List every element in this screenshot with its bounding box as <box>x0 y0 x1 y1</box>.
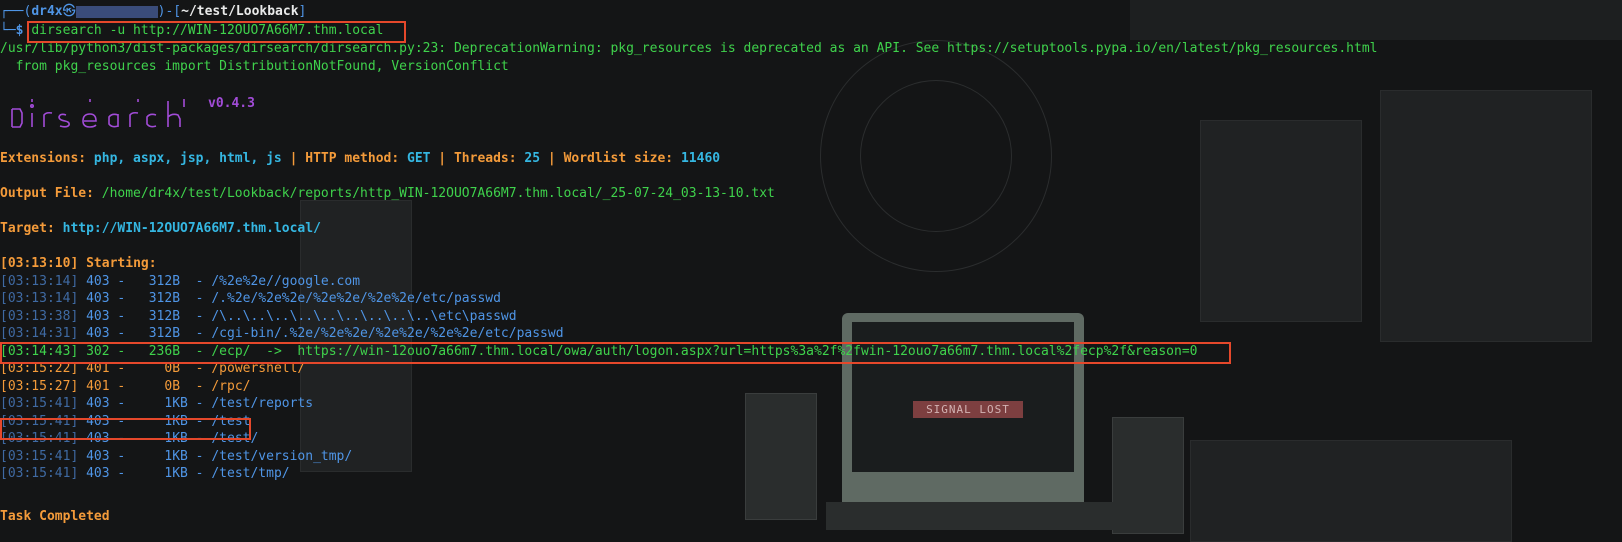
output-file-line: Output File: /home/dr4x/test/Lookback/re… <box>0 185 775 203</box>
result-row: [03:15:27] 401 - 0B - /rpc/ <box>0 378 250 396</box>
http-method-label: HTTP method: <box>305 151 407 166</box>
threads-value: 25 <box>524 151 541 166</box>
result-entry: 403 - 1KB - /test/reports <box>78 396 314 411</box>
test-result-highlight-box <box>0 418 251 440</box>
starting-line: [03:13:10] Starting: <box>0 255 157 273</box>
dirsearch-logo <box>11 99 185 128</box>
prompt-header: ┌──(dr4x㉿ )-[~/test/Lookback] <box>0 3 306 21</box>
separator: | <box>281 151 306 166</box>
extensions-value: php, aspx, jsp, html, js <box>93 151 282 166</box>
deprecation-import-line: from pkg_resources import DistributionNo… <box>0 59 509 74</box>
prompt-user: dr4x <box>31 4 63 19</box>
result-timestamp: [03:13:14] <box>0 274 79 289</box>
result-entry: 401 - 0B - /rpc/ <box>78 379 251 394</box>
prompt-corner-bottom: └─ <box>0 23 16 38</box>
result-entry: 403 - 312B - /\..\..\..\..\..\..\..\..\.… <box>78 309 517 324</box>
result-row: [03:15:41] 403 - 1KB - /test/tmp/ <box>0 465 290 483</box>
result-row: [03:15:41] 403 - 1KB - /test/version_tmp… <box>0 448 352 466</box>
ecp-redirect-highlight-box <box>0 342 1231 364</box>
result-timestamp: [03:15:27] <box>0 379 79 394</box>
result-entry: 403 - 1KB - /test/version_tmp/ <box>78 449 353 464</box>
result-timestamp: [03:15:41] <box>0 449 79 464</box>
wordlist-size-label: Wordlist size: <box>563 151 681 166</box>
result-timestamp: [03:14:31] <box>0 326 79 341</box>
starting-label: Starting: <box>78 256 157 271</box>
target-url: http://WIN-12OUO7A66M7.thm.local/ <box>62 221 321 236</box>
prompt-corner-top: ┌──( <box>0 4 32 19</box>
result-row: [03:13:14] 403 - 312B - /.%2e/%2e%2e/%2e… <box>0 290 501 308</box>
result-entry: 403 - 312B - /.%2e/%2e%2e/%2e%2e/%2e%2e/… <box>78 291 501 306</box>
result-timestamp: [03:15:41] <box>0 466 79 481</box>
terminal-window[interactable]: ┌──(dr4x㉿)-[~/test/Lookback] └─$ dirsear… <box>0 0 1622 542</box>
separator: | <box>540 151 564 166</box>
result-timestamp: [03:13:38] <box>0 309 79 324</box>
http-method-value: GET <box>407 151 431 166</box>
result-row: [03:13:38] 403 - 312B - /\..\..\..\..\..… <box>0 308 517 326</box>
start-timestamp: [03:13:10] <box>0 256 79 271</box>
task-completed-line: Task Completed <box>0 509 110 524</box>
target-line: Target: http://WIN-12OUO7A66M7.thm.local… <box>0 220 321 238</box>
extensions-label: Extensions: <box>0 151 94 166</box>
prompt-bracket-end: ] <box>298 4 307 19</box>
config-line: Extensions: php, aspx, jsp, html, js | H… <box>0 150 720 168</box>
target-label: Target: <box>0 221 63 236</box>
result-row: [03:15:41] 403 - 1KB - /test/reports <box>0 395 313 413</box>
output-file-path: /home/dr4x/test/Lookback/reports/http_WI… <box>101 186 775 201</box>
wordlist-size-value: 11460 <box>680 151 721 166</box>
result-row: [03:13:14] 403 - 312B - /%2e%2e//google.… <box>0 273 360 291</box>
prompt-at-symbol: ㉿ <box>62 4 76 19</box>
result-entry: 403 - 1KB - /test/tmp/ <box>78 466 290 481</box>
output-file-label: Output File: <box>0 186 102 201</box>
prompt-separator: )-[ <box>157 4 182 19</box>
dirsearch-version: v0.4.3 <box>208 96 255 111</box>
result-entry: 403 - 312B - /%2e%2e//google.com <box>78 274 361 289</box>
prompt-path: ~/test/Lookback <box>181 4 299 19</box>
threads-label: Threads: <box>453 151 525 166</box>
separator: | <box>430 151 454 166</box>
result-timestamp: [03:15:41] <box>0 396 79 411</box>
result-row: [03:14:31] 403 - 312B - /cgi-bin/.%2e/%2… <box>0 325 564 343</box>
result-timestamp: [03:13:14] <box>0 291 79 306</box>
result-entry: 403 - 312B - /cgi-bin/.%2e/%2e%2e/%2e%2e… <box>78 326 564 341</box>
redacted-hostname <box>75 5 158 18</box>
command-highlight-box <box>27 21 406 43</box>
